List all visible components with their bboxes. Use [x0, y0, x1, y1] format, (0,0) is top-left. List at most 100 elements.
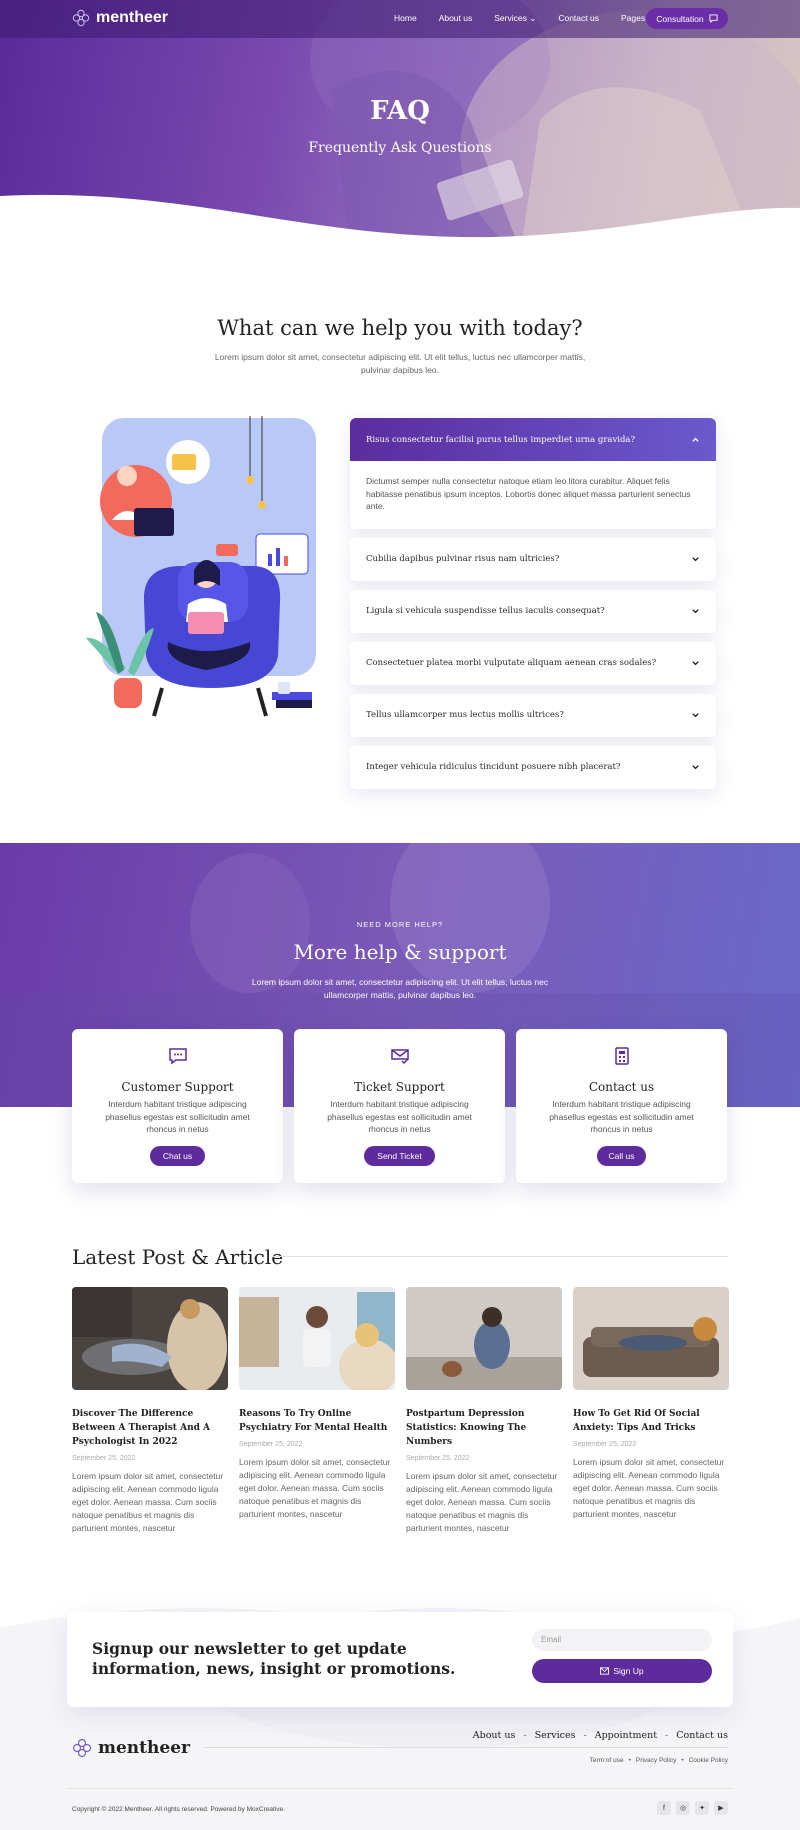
message-square-icon: [709, 14, 718, 23]
faq-question-toggle[interactable]: Tellus ullamcorper mus lectus mollis ult…: [350, 694, 716, 737]
post-thumbnail[interactable]: [239, 1287, 399, 1395]
chevron-down-icon: [692, 712, 699, 717]
footer-brand: mentheer: [98, 1738, 190, 1758]
footer-nav: About us - Services - Appointment - Cont…: [473, 1730, 728, 1741]
menu-item-home[interactable]: Home: [394, 13, 417, 24]
post-title[interactable]: Discover The Difference Between A Therap…: [72, 1407, 228, 1449]
post-excerpt: Lorem ipsum dolor sit amet, consectetur …: [72, 1471, 224, 1533]
help-heading: What can we help you with today?: [217, 316, 583, 340]
chevron-down-icon: [692, 764, 699, 769]
faq-item: Cubilia dapibus pulvinar risus nam ultri…: [350, 537, 716, 581]
support-card: Ticket Support Interdum habitant tristiq…: [294, 1029, 505, 1183]
footer-link-contact[interactable]: Contact us: [676, 1730, 728, 1741]
copyright-text: Copyright © 2022 Mentheer. All rights re…: [72, 1806, 285, 1813]
page-subtitle: Frequently Ask Questions: [308, 140, 492, 156]
separator: -: [523, 1730, 527, 1741]
post-title[interactable]: Reasons To Try Online Psychiatry For Men…: [239, 1407, 395, 1435]
post-card[interactable]: Discover The Difference Between A Therap…: [72, 1287, 228, 1535]
footer-link-about[interactable]: About us: [473, 1730, 516, 1741]
support-description: Lorem ipsum dolor sit amet, consectetur …: [251, 977, 549, 1000]
faq-item: Risus consectetur facilisi purus tellus …: [350, 418, 716, 529]
support-cards: Customer Support Interdum habitant trist…: [72, 1029, 727, 1183]
faq-item: Ligula si vehicula suspendisse tellus ia…: [350, 589, 716, 633]
call-us-button[interactable]: Call us: [597, 1146, 646, 1166]
card-text: Interdum habitant tristique adipiscing p…: [105, 1099, 250, 1134]
therapy-illustration: [86, 416, 316, 717]
divider: [67, 1788, 733, 1789]
card-title: Ticket Support: [354, 1080, 445, 1094]
chat-us-button[interactable]: Chat us: [150, 1146, 205, 1166]
post-date: September 25, 2022: [72, 1455, 136, 1462]
newsletter-heading: Signup our newsletter to get update info…: [92, 1639, 456, 1678]
post-title[interactable]: Postpartum Depression Statistics: Knowin…: [406, 1407, 562, 1449]
faq-question-toggle[interactable]: Cubilia dapibus pulvinar risus nam ultri…: [350, 538, 716, 581]
post-thumbnail[interactable]: [406, 1287, 562, 1390]
brand-logo[interactable]: mentheer: [72, 9, 168, 27]
menu-item-contact[interactable]: Contact us: [558, 13, 599, 24]
faq-question-toggle[interactable]: Ligula si vehicula suspendisse tellus ia…: [350, 590, 716, 633]
post-thumbnail[interactable]: [72, 1287, 228, 1392]
post-date: September 25, 2022: [406, 1455, 470, 1462]
post-excerpt: Lorem ipsum dolor sit amet, consectetur …: [239, 1457, 391, 1519]
post-excerpt: Lorem ipsum dolor sit amet, consectetur …: [406, 1471, 558, 1533]
separator: •: [681, 1757, 684, 1764]
consultation-button[interactable]: Consultation: [646, 8, 728, 29]
separator: -: [665, 1730, 669, 1741]
faq-question-toggle[interactable]: Integer vehicula ridiculus tincidunt pos…: [350, 746, 716, 789]
top-navigation: mentheer Home About us Services ⌄ Contac…: [0, 0, 800, 38]
posts-heading: Latest Post & Article: [72, 1245, 284, 1269]
faq-question: Ligula si vehicula suspendisse tellus ia…: [366, 606, 605, 616]
support-heading: More help & support: [293, 940, 507, 964]
menu-label-services: Services: [494, 13, 527, 23]
social-links: f ◎ ✦ ▶: [657, 1801, 728, 1815]
flower-logo-icon: [72, 9, 90, 27]
menu-item-services[interactable]: Services ⌄: [494, 13, 536, 24]
card-text: Interdum habitant tristique adipiscing p…: [549, 1099, 694, 1134]
youtube-icon[interactable]: ▶: [714, 1801, 728, 1815]
twitter-icon[interactable]: ✦: [695, 1801, 709, 1815]
phone-building-icon: [615, 1047, 629, 1065]
divider: [271, 1256, 728, 1257]
faq-question-toggle[interactable]: Consectetuer platea morbi vulputate aliq…: [350, 642, 716, 685]
send-ticket-button[interactable]: Send Ticket: [364, 1146, 435, 1166]
legal-links: Term of use • Privacy Policy • Cookie Po…: [590, 1757, 728, 1764]
support-card: Customer Support Interdum habitant trist…: [72, 1029, 283, 1183]
chevron-down-icon: ⌄: [529, 13, 537, 23]
consultation-label: Consultation: [656, 13, 704, 24]
legal-link-terms[interactable]: Term of use: [590, 1757, 624, 1764]
card-title: Customer Support: [121, 1080, 234, 1094]
menu-item-about[interactable]: About us: [439, 13, 473, 24]
footer-link-services[interactable]: Services: [535, 1730, 576, 1741]
divider: [205, 1747, 728, 1748]
chevron-down-icon: [692, 608, 699, 613]
separator: -: [583, 1730, 587, 1741]
page-title: FAQ: [370, 96, 430, 126]
faq-question: Integer vehicula ridiculus tincidunt pos…: [366, 762, 621, 772]
sign-up-button[interactable]: Sign Up: [532, 1659, 712, 1683]
legal-link-privacy[interactable]: Privacy Policy: [636, 1757, 676, 1764]
post-card[interactable]: Postpartum Depression Statistics: Knowin…: [406, 1287, 562, 1535]
post-date: September 25, 2022: [573, 1441, 637, 1448]
footer-link-appointment[interactable]: Appointment: [595, 1730, 657, 1741]
hero-wave-divider: [0, 194, 800, 256]
faq-question: Cubilia dapibus pulvinar risus nam ultri…: [366, 554, 560, 564]
main-menu: Home About us Services ⌄ Contact us Page…: [394, 13, 677, 24]
post-card[interactable]: Reasons To Try Online Psychiatry For Men…: [239, 1287, 399, 1535]
chevron-down-icon: [692, 556, 699, 561]
post-thumbnail[interactable]: [573, 1287, 729, 1390]
footer-logo[interactable]: mentheer: [72, 1738, 190, 1758]
facebook-icon[interactable]: f: [657, 1801, 671, 1815]
instagram-icon[interactable]: ◎: [676, 1801, 690, 1815]
post-date: September 25, 2022: [239, 1441, 303, 1448]
newsletter-box: Signup our newsletter to get update info…: [67, 1612, 733, 1707]
post-excerpt: Lorem ipsum dolor sit amet, consectetur …: [573, 1457, 725, 1519]
post-title[interactable]: How To Get Rid Of Social Anxiety: Tips A…: [573, 1407, 729, 1435]
hero-banner: [0, 0, 800, 256]
support-card: Contact us Interdum habitant tristique a…: [516, 1029, 727, 1183]
email-input[interactable]: Email: [532, 1629, 712, 1651]
faq-question-toggle[interactable]: Risus consectetur facilisi purus tellus …: [350, 418, 716, 461]
support-tagline: NEED MORE HELP?: [356, 920, 444, 929]
legal-link-cookie[interactable]: Cookie Policy: [689, 1757, 728, 1764]
post-card[interactable]: How To Get Rid Of Social Anxiety: Tips A…: [573, 1287, 729, 1535]
post-list: Discover The Difference Between A Therap…: [72, 1287, 729, 1535]
